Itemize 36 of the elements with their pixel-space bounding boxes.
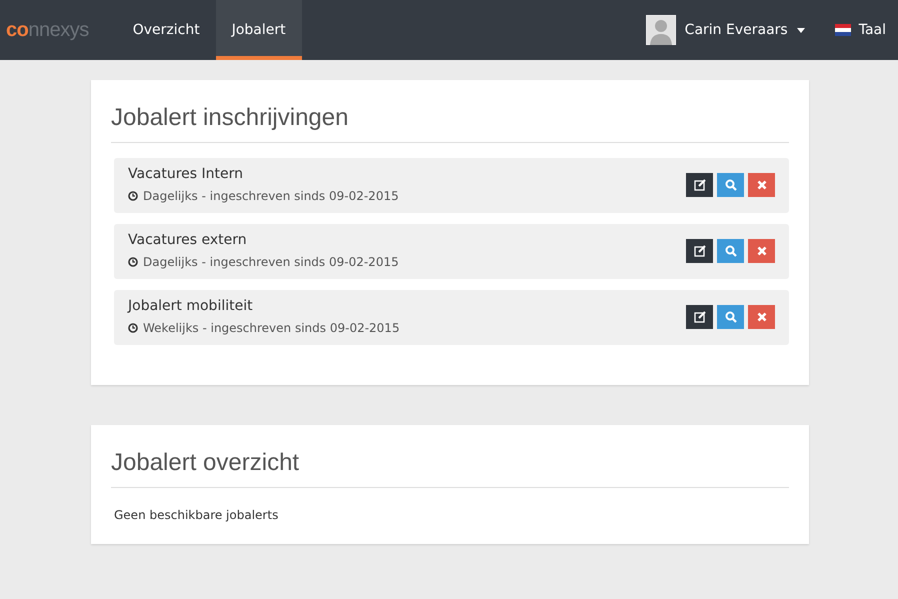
subscription-name: Jobalert mobiliteit: [128, 298, 254, 314]
clock-icon: [128, 323, 138, 333]
edit-icon: [694, 244, 706, 256]
user-name[interactable]: Carin Everaars: [684, 22, 788, 38]
avatar-icon: [646, 15, 676, 45]
empty-message: Geen beschikbare jobalerts: [114, 508, 280, 522]
delete-button[interactable]: [748, 238, 775, 262]
close-icon: [756, 178, 768, 190]
section-title: Jobalert overzicht: [111, 449, 789, 488]
flag-icon: [834, 24, 851, 36]
clock-icon: [128, 257, 138, 267]
subscription-detail: Wekelijks - ingeschreven sinds 09-02-2015: [143, 321, 400, 335]
clock-icon: [128, 191, 138, 201]
edit-icon: [694, 310, 706, 322]
language-link[interactable]: Taal: [858, 22, 886, 38]
logo-text: nnexys: [28, 18, 89, 42]
close-icon: [756, 244, 768, 256]
edit-icon: [694, 178, 706, 190]
subscription-detail: Dagelijks - ingeschreven sinds 09-02-2015: [143, 255, 399, 269]
edit-button[interactable]: [686, 238, 713, 262]
logo-accent: co: [6, 18, 28, 42]
search-icon: [724, 244, 736, 256]
edit-button[interactable]: [686, 304, 713, 328]
subscription-name: Vacatures Intern: [128, 166, 244, 182]
caret-icon[interactable]: [796, 28, 805, 32]
search-icon: [724, 178, 736, 190]
subscription-name: Vacatures extern: [128, 232, 248, 248]
nav-tab[interactable]: Jobalert: [216, 0, 302, 60]
subscription-detail: Dagelijks - ingeschreven sinds 09-02-2015: [143, 189, 399, 203]
section-title: Jobalert inschrijvingen: [111, 104, 789, 143]
search-icon: [724, 310, 736, 322]
edit-button[interactable]: [686, 172, 713, 196]
delete-button[interactable]: [748, 172, 775, 196]
nav-tab[interactable]: Overzicht: [116, 0, 216, 60]
delete-button[interactable]: [748, 304, 775, 328]
close-icon: [756, 310, 768, 322]
